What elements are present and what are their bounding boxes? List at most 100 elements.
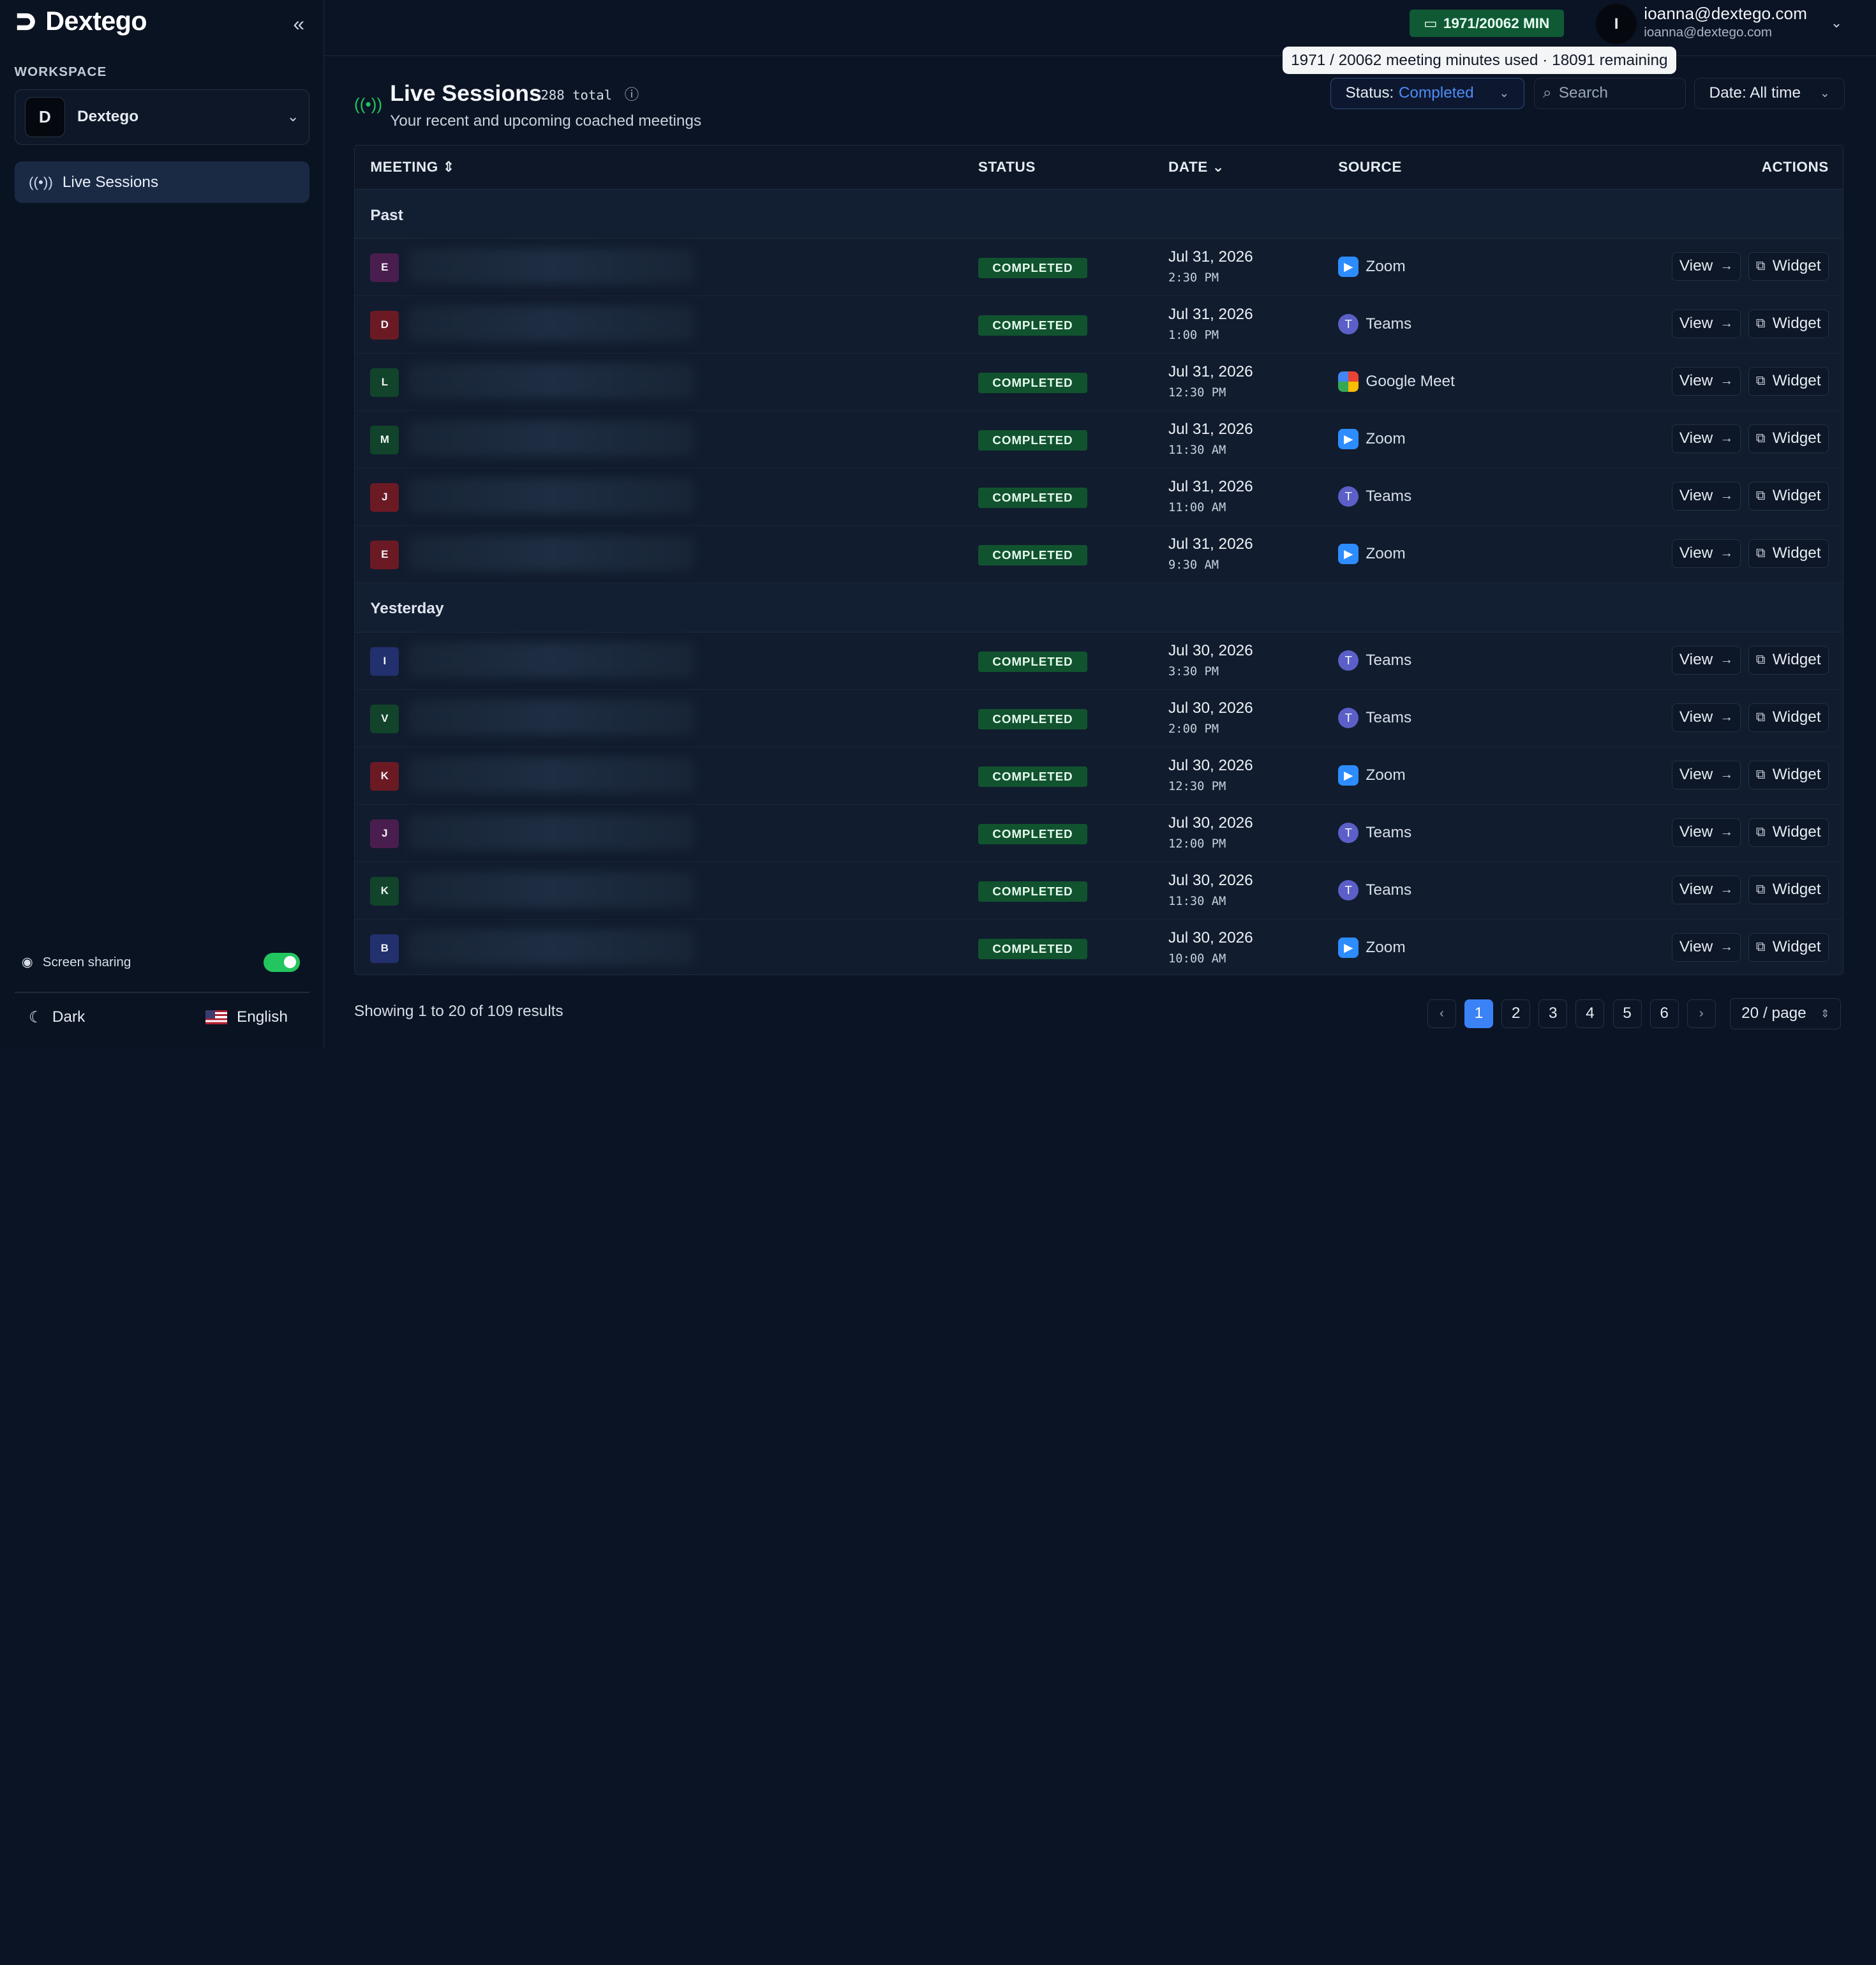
table-row[interactable]: M COMPLETED Jul 31, 2026 11:30 AM ▶ Zoom… <box>355 411 1843 469</box>
widget-button[interactable]: ⧉ Widget <box>1748 875 1829 904</box>
view-button[interactable]: View → <box>1671 875 1741 904</box>
date-filter[interactable]: Date: All time ⌄ <box>1694 77 1845 109</box>
page-button[interactable]: 3 <box>1538 999 1568 1028</box>
meeting-source: ▶ Zoom <box>1338 257 1406 278</box>
broadcast-icon: ((•)) <box>354 94 383 114</box>
view-button[interactable]: View → <box>1671 539 1741 568</box>
meeting-time: 3:30 PM <box>1168 664 1219 678</box>
page-title: Live Sessions <box>390 80 542 106</box>
minutes-usage-badge[interactable]: ▭ 1971/20062 MIN <box>1409 10 1564 38</box>
app-root: Dextego « WORKSPACE D Dextego ⌄ ((•)) Li… <box>0 0 1876 1049</box>
table-row[interactable]: J COMPLETED Jul 30, 2026 12:00 PM T Team… <box>355 805 1843 862</box>
table-row[interactable]: K COMPLETED Jul 30, 2026 12:30 PM ▶ Zoom… <box>355 747 1843 805</box>
table-row[interactable]: J COMPLETED Jul 31, 2026 11:00 AM T Team… <box>355 468 1843 527</box>
view-button[interactable]: View → <box>1671 366 1741 396</box>
view-button[interactable]: View → <box>1671 703 1741 732</box>
widget-button[interactable]: ⧉ Widget <box>1748 818 1829 847</box>
meeting-title-redacted <box>407 872 695 908</box>
language-select[interactable]: English <box>205 1008 288 1026</box>
results-summary: Showing 1 to 20 of 109 results <box>354 1003 563 1020</box>
status-badge: COMPLETED <box>978 488 1088 508</box>
widget-button[interactable]: ⧉ Widget <box>1748 645 1829 675</box>
main-content: ▭ 1971/20062 MIN I ioanna@dextego.com io… <box>324 0 1876 1049</box>
workspace-name: Dextego <box>77 108 139 126</box>
view-button[interactable]: View → <box>1671 645 1741 675</box>
info-icon[interactable]: ⓘ <box>625 84 639 104</box>
table-row[interactable]: E COMPLETED Jul 31, 2026 2:30 PM ▶ Zoom … <box>355 239 1843 297</box>
view-label: View <box>1679 315 1713 332</box>
meeting-title-redacted <box>407 363 695 400</box>
view-button[interactable]: View → <box>1671 760 1741 789</box>
meeting-avatar: M <box>370 425 399 454</box>
us-flag-icon <box>205 1010 227 1024</box>
view-button[interactable]: View → <box>1671 481 1741 511</box>
widget-icon: ⧉ <box>1755 939 1766 955</box>
widget-icon: ⧉ <box>1755 825 1766 840</box>
meeting-source: T Teams <box>1338 314 1411 335</box>
view-button[interactable]: View → <box>1671 818 1741 847</box>
widget-button[interactable]: ⧉ Widget <box>1748 481 1829 511</box>
table-row[interactable]: B COMPLETED Jul 30, 2026 10:00 AM ▶ Zoom… <box>355 920 1843 975</box>
widget-button[interactable]: ⧉ Widget <box>1748 309 1829 338</box>
widget-button[interactable]: ⧉ Widget <box>1748 760 1829 789</box>
table-row[interactable]: I COMPLETED Jul 30, 2026 3:30 PM T Teams… <box>355 632 1843 690</box>
page-button[interactable]: 1 <box>1464 999 1493 1028</box>
user-avatar[interactable]: I <box>1596 3 1637 45</box>
meeting-title-redacted <box>407 248 695 285</box>
search-input[interactable]: ⌕ Search <box>1533 77 1686 109</box>
page-button[interactable]: 6 <box>1649 999 1679 1028</box>
meeting-column-header[interactable]: MEETING ⇕ <box>370 159 455 176</box>
brand[interactable]: Dextego <box>0 0 324 43</box>
widget-button[interactable]: ⧉ Widget <box>1748 424 1829 453</box>
status-filter[interactable]: Status: Completed ⌄ <box>1330 77 1524 109</box>
chevron-down-icon[interactable]: ⌄ <box>1831 15 1843 31</box>
screen-sharing-toggle[interactable] <box>264 952 300 972</box>
page-button[interactable]: 5 <box>1612 999 1642 1028</box>
row-actions: View → ⧉ Widget <box>1671 932 1829 962</box>
table-row[interactable]: V COMPLETED Jul 30, 2026 2:00 PM T Teams… <box>355 690 1843 747</box>
widget-button[interactable]: ⧉ Widget <box>1748 539 1829 568</box>
meeting-source: T Teams <box>1338 486 1411 507</box>
page-size-select[interactable]: 20 / page ⇕ <box>1730 997 1842 1029</box>
view-button[interactable]: View → <box>1671 251 1741 281</box>
page-button[interactable]: 2 <box>1501 999 1531 1028</box>
row-actions: View → ⧉ Widget <box>1671 481 1829 511</box>
view-button[interactable]: View → <box>1671 424 1741 453</box>
user-menu[interactable]: ioanna@dextego.com ioanna@dextego.com <box>1644 4 1807 40</box>
next-page-button[interactable]: › <box>1686 999 1716 1028</box>
page-button[interactable]: 4 <box>1575 999 1605 1028</box>
widget-button[interactable]: ⧉ Widget <box>1748 366 1829 396</box>
meeting-date: Jul 30, 2026 <box>1168 757 1253 774</box>
sidebar-item-live-sessions[interactable]: ((•)) Live Sessions <box>14 161 309 204</box>
teams-icon: T <box>1338 708 1359 728</box>
workspace-select[interactable]: D Dextego ⌄ <box>14 89 309 145</box>
theme-toggle[interactable]: ☾ Dark <box>29 1008 85 1027</box>
meeting-avatar: E <box>370 540 399 569</box>
table-row[interactable]: K COMPLETED Jul 30, 2026 11:30 AM T Team… <box>355 862 1843 920</box>
status-badge: COMPLETED <box>978 881 1088 902</box>
sidebar-item-label: Live Sessions <box>62 173 159 191</box>
table-row[interactable]: D COMPLETED Jul 31, 2026 1:00 PM T Teams… <box>355 296 1843 354</box>
collapse-sidebar-icon[interactable]: « <box>293 12 304 36</box>
widget-label: Widget <box>1772 881 1821 899</box>
table-row[interactable]: L COMPLETED Jul 31, 2026 12:30 PM Google… <box>355 354 1843 412</box>
date-column-header[interactable]: DATE ⌄ <box>1168 159 1225 176</box>
meeting-time: 11:30 AM <box>1168 894 1226 908</box>
source-label: Teams <box>1366 652 1412 669</box>
view-button[interactable]: View → <box>1671 932 1741 962</box>
meeting-source: ▶ Zoom <box>1338 765 1406 786</box>
source-label: Zoom <box>1366 939 1406 957</box>
status-badge: COMPLETED <box>978 709 1088 729</box>
prev-page-button[interactable]: ‹ <box>1427 999 1456 1028</box>
widget-button[interactable]: ⧉ Widget <box>1748 703 1829 732</box>
table-header: MEETING ⇕ STATUS DATE ⌄ SOURCE ACTIONS <box>355 145 1843 190</box>
widget-button[interactable]: ⧉ Widget <box>1748 932 1829 962</box>
source-label: Zoom <box>1366 258 1406 276</box>
table-row[interactable]: E COMPLETED Jul 31, 2026 9:30 AM ▶ Zoom … <box>355 526 1843 584</box>
status-badge: COMPLETED <box>978 652 1088 672</box>
widget-label: Widget <box>1772 487 1821 505</box>
view-button[interactable]: View → <box>1671 309 1741 338</box>
widget-label: Widget <box>1772 766 1821 784</box>
widget-button[interactable]: ⧉ Widget <box>1748 251 1829 281</box>
meeting-source: ▶ Zoom <box>1338 544 1406 565</box>
